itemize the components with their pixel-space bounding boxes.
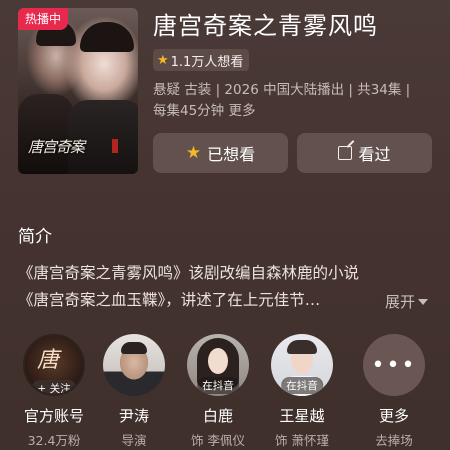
avatar[interactable]: 在抖音 <box>271 334 333 396</box>
cast-name: 尹涛 <box>118 407 149 425</box>
cast-name: 王星越 <box>279 407 325 425</box>
cast-item-actor-1[interactable]: 在抖音 白鹿 饰 李佩仪 <box>178 334 258 449</box>
cast-role: 去捧场 <box>375 433 413 448</box>
star-icon: ★ <box>185 143 202 163</box>
cast-item-official[interactable]: 唐 + 关注 官方账号 32.4万粉 <box>14 334 94 449</box>
cast-role: 32.4万粉 <box>27 433 81 448</box>
meta-info[interactable]: 悬疑 古装 | 2026 中国大陆播出 | 共34集 | 每集45分钟 更多 <box>153 80 439 122</box>
ellipsis-icon: ••• <box>371 352 417 378</box>
poster-robe-left <box>18 94 74 174</box>
expand-button[interactable]: 展开 <box>385 291 428 312</box>
avatar-hair <box>287 340 317 354</box>
expand-label: 展开 <box>384 293 415 311</box>
want-button-label: 已想看 <box>207 145 256 164</box>
cast-name: 白鹿 <box>202 407 233 425</box>
edit-icon <box>338 146 353 160</box>
meta-line-1: 悬疑 古装 | 2026 中国大陆播出 | 共34集 | <box>153 82 411 98</box>
cast-item-actor-2[interactable]: 在抖音 王星越 饰 萧怀瑾 <box>262 334 342 449</box>
seen-button[interactable]: 看过 <box>297 133 432 173</box>
official-logo: 唐 <box>37 348 60 373</box>
intro-heading: 简介 <box>18 227 52 247</box>
on-douyin-badge: 在抖音 <box>281 377 323 394</box>
poster-seal <box>112 139 118 153</box>
page-title: 唐宫奇案之青雾风鸣 <box>153 12 378 40</box>
seen-button-label: 看过 <box>358 145 391 164</box>
avatar[interactable]: ••• <box>363 334 425 396</box>
cast-role: 导演 <box>121 433 147 448</box>
meta-line-2[interactable]: 每集45分钟 更多 <box>153 101 439 122</box>
want-count-badge: ★ 1.1万人想看 <box>153 49 250 71</box>
cast-item-director[interactable]: 尹涛 导演 <box>94 334 174 449</box>
on-douyin-badge: 在抖音 <box>197 377 239 394</box>
intro-line-1: 《唐宫奇案之青雾风鸣》该剧改编自森林鹿的小说 <box>18 264 360 282</box>
want-button[interactable]: ★ 已想看 <box>153 133 288 173</box>
want-count: 1.1万人想看 <box>170 54 244 70</box>
intro-line-2: 《唐宫奇案之血玉鞢》，讲述了在上元佳节… <box>18 291 321 309</box>
cast-name: 官方账号 <box>23 407 84 425</box>
avatar-hair <box>121 342 147 354</box>
poster-calligraphy: 唐宫奇案 <box>28 138 85 156</box>
avatar-face <box>208 348 228 374</box>
cast-role: 饰 李佩仪 <box>191 433 245 448</box>
avatar[interactable]: 唐 + 关注 <box>23 334 85 396</box>
cast-item-more[interactable]: ••• 更多 去捧场 <box>354 334 434 449</box>
poster-image[interactable]: 唐宫奇案 <box>18 8 138 174</box>
intro-text[interactable]: 《唐宫奇案之青雾风鸣》该剧改编自森林鹿的小说 《唐宫奇案之血玉鞢》，讲述了在上元… <box>18 260 436 314</box>
avatar[interactable] <box>103 334 165 396</box>
cast-list: 唐 + 关注 官方账号 32.4万粉 尹涛 导演 在抖音 白鹿 饰 李佩仪 在抖… <box>0 334 450 450</box>
cast-role: 饰 萧怀瑾 <box>275 433 329 448</box>
star-icon: ★ <box>157 52 169 68</box>
avatar[interactable]: 在抖音 <box>187 334 249 396</box>
follow-button[interactable]: + 关注 <box>31 380 77 394</box>
hot-badge: 热播中 <box>18 8 69 30</box>
poster-figure-right <box>80 22 134 52</box>
chevron-down-icon <box>418 298 428 305</box>
cast-name: 更多 <box>378 407 409 425</box>
